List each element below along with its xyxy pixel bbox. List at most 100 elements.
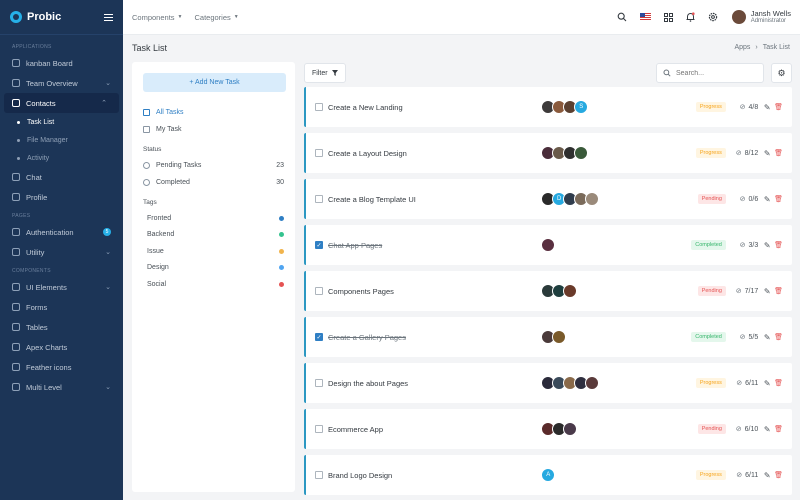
task-row[interactable]: Ecommerce App Pending ⊘ 6/10 ✎ 🗑	[304, 409, 792, 449]
sidebar-item-utility[interactable]: Utility ⌄	[0, 242, 123, 262]
sidebar-item-multi-level[interactable]: Multi Level ⌄	[0, 377, 123, 397]
task-row[interactable]: Components Pages Pending ⊘ 7/17 ✎ 🗑	[304, 271, 792, 311]
edit-icon[interactable]: ✎	[758, 379, 771, 388]
trash-icon[interactable]: 🗑	[771, 379, 783, 387]
loader-icon	[143, 162, 150, 169]
trash-icon[interactable]: 🗑	[771, 333, 783, 341]
avatar[interactable]	[585, 192, 600, 206]
bell-icon[interactable]	[686, 12, 696, 22]
task-title[interactable]: Create a Gallery Pages	[328, 333, 541, 342]
edit-icon[interactable]: ✎	[758, 195, 771, 204]
task-title[interactable]: Design the about Pages	[328, 379, 541, 388]
task-checkbox[interactable]: ✓	[315, 241, 323, 249]
edit-icon[interactable]: ✎	[758, 425, 771, 434]
sidebar-sub-task-list[interactable]: Task List	[0, 113, 123, 131]
sidebar-item-feather-icons[interactable]: Feather icons	[0, 357, 123, 377]
trash-icon[interactable]: 🗑	[771, 471, 783, 479]
caret-down-icon: ▼	[233, 14, 239, 20]
task-checkbox[interactable]	[315, 379, 323, 387]
search-field[interactable]	[656, 63, 764, 83]
task-title[interactable]: Ecommerce App	[328, 425, 541, 434]
task-checkbox[interactable]	[315, 149, 323, 157]
task-row[interactable]: ✓ Create a Gallery Pages Completed ⊘ 5/5 ✎ 🗑	[304, 317, 792, 357]
tag-issue[interactable]: Issue	[143, 243, 284, 260]
task-row[interactable]: Create a Blog Template UI D Pending ⊘ 0/6 ✎ 🗑	[304, 179, 792, 219]
avatar[interactable]	[563, 284, 578, 298]
components-menu[interactable]: Components ▼	[132, 13, 182, 22]
avatar[interactable]	[731, 10, 746, 24]
task-checkbox[interactable]	[315, 103, 323, 111]
avatar[interactable]	[585, 376, 600, 390]
apps-grid-icon[interactable]	[664, 12, 674, 22]
task-title[interactable]: Brand Logo Design	[328, 471, 541, 480]
sidebar-sub-file-manager[interactable]: File Manager	[0, 131, 123, 149]
tag-design[interactable]: Design	[143, 260, 284, 277]
task-title[interactable]: Create a New Landing	[328, 103, 541, 112]
edit-icon[interactable]: ✎	[758, 241, 771, 250]
sidebar-sub-activity[interactable]: Activity	[0, 149, 123, 167]
task-title[interactable]: Chat App Pages	[328, 241, 541, 250]
search-input[interactable]	[676, 69, 756, 77]
sidebar-item-authentication[interactable]: Authentication 5	[0, 222, 123, 242]
categories-menu[interactable]: Categories ▼	[194, 13, 238, 22]
task-checkbox[interactable]	[315, 471, 323, 479]
task-checkbox[interactable]	[315, 287, 323, 295]
menu-toggle-icon[interactable]	[104, 13, 113, 21]
search-icon[interactable]	[617, 12, 627, 22]
task-checkbox[interactable]: ✓	[315, 333, 323, 341]
filter-completed[interactable]: Completed 30	[143, 174, 284, 191]
trash-icon[interactable]: 🗑	[771, 103, 783, 111]
team-icon	[12, 79, 20, 87]
trash-icon[interactable]: 🗑	[771, 149, 783, 157]
avatar[interactable]	[574, 146, 589, 160]
task-title[interactable]: Create a Layout Design	[328, 149, 541, 158]
tag-fronted[interactable]: Fronted	[143, 210, 284, 227]
task-row[interactable]: Create a Layout Design Progress ⊘ 8/12 ✎ 🗑	[304, 133, 792, 173]
breadcrumb-apps[interactable]: Apps	[734, 44, 750, 51]
edit-icon[interactable]: ✎	[758, 149, 771, 158]
edit-icon[interactable]: ✎	[758, 103, 771, 112]
user-menu[interactable]: Jansh Wells Administrator	[751, 9, 791, 25]
sidebar-item-apex-charts[interactable]: Apex Charts	[0, 337, 123, 357]
sidebar-item-kanban[interactable]: kanban Board	[0, 53, 123, 73]
task-checkbox[interactable]	[315, 425, 323, 433]
tag-color-dot	[279, 248, 284, 254]
sidebar-item-forms[interactable]: Forms	[0, 297, 123, 317]
sidebar-item-profile[interactable]: Profile	[0, 187, 123, 207]
edit-icon[interactable]: ✎	[758, 287, 771, 296]
filter-pending-tasks[interactable]: Pending Tasks 23	[143, 157, 284, 174]
add-new-task-button[interactable]: + Add New Task	[143, 73, 286, 92]
edit-icon[interactable]: ✎	[758, 471, 771, 480]
edit-icon[interactable]: ✎	[758, 333, 771, 342]
task-row[interactable]: ✓ Chat App Pages Completed ⊘ 3/3 ✎ 🗑	[304, 225, 792, 265]
task-checkbox[interactable]	[315, 195, 323, 203]
sidebar-item-contacts[interactable]: Contacts ⌃	[4, 93, 119, 113]
task-row[interactable]: Brand Logo Design A Progress ⊘ 6/11 ✎ 🗑	[304, 455, 792, 495]
trash-icon[interactable]: 🗑	[771, 241, 783, 249]
avatar[interactable]: S	[574, 100, 589, 114]
sidebar-item-tables[interactable]: Tables	[0, 317, 123, 337]
sidebar-item-ui-elements[interactable]: UI Elements ⌄	[0, 277, 123, 297]
filter-all-tasks[interactable]: All Tasks	[143, 104, 284, 121]
sidebar-item-team-overview[interactable]: Team Overview ⌄	[0, 73, 123, 93]
filter-button[interactable]: Filter	[304, 63, 346, 83]
avatar[interactable]	[541, 238, 556, 252]
task-assignees: D	[541, 192, 669, 206]
tag-social[interactable]: Social	[143, 276, 284, 293]
task-title[interactable]: Create a Blog Template UI	[328, 195, 541, 204]
settings-button[interactable]: ⚙	[771, 63, 792, 83]
trash-icon[interactable]: 🗑	[771, 425, 783, 433]
task-title[interactable]: Components Pages	[328, 287, 541, 296]
avatar[interactable]	[563, 422, 578, 436]
filter-my-task[interactable]: My Task	[143, 121, 284, 138]
avatar[interactable]: A	[541, 468, 556, 482]
task-row[interactable]: Create a New Landing S Progress ⊘ 4/8 ✎ 🗑	[304, 87, 792, 127]
gear-icon[interactable]	[708, 12, 718, 22]
task-row[interactable]: Design the about Pages Progress ⊘ 6/11 ✎ 🗑	[304, 363, 792, 403]
tag-backend[interactable]: Backend	[143, 227, 284, 244]
trash-icon[interactable]: 🗑	[771, 287, 783, 295]
sidebar-item-chat[interactable]: Chat	[0, 167, 123, 187]
trash-icon[interactable]: 🗑	[771, 195, 783, 203]
avatar[interactable]	[552, 330, 567, 344]
us-flag-icon[interactable]	[639, 13, 651, 21]
